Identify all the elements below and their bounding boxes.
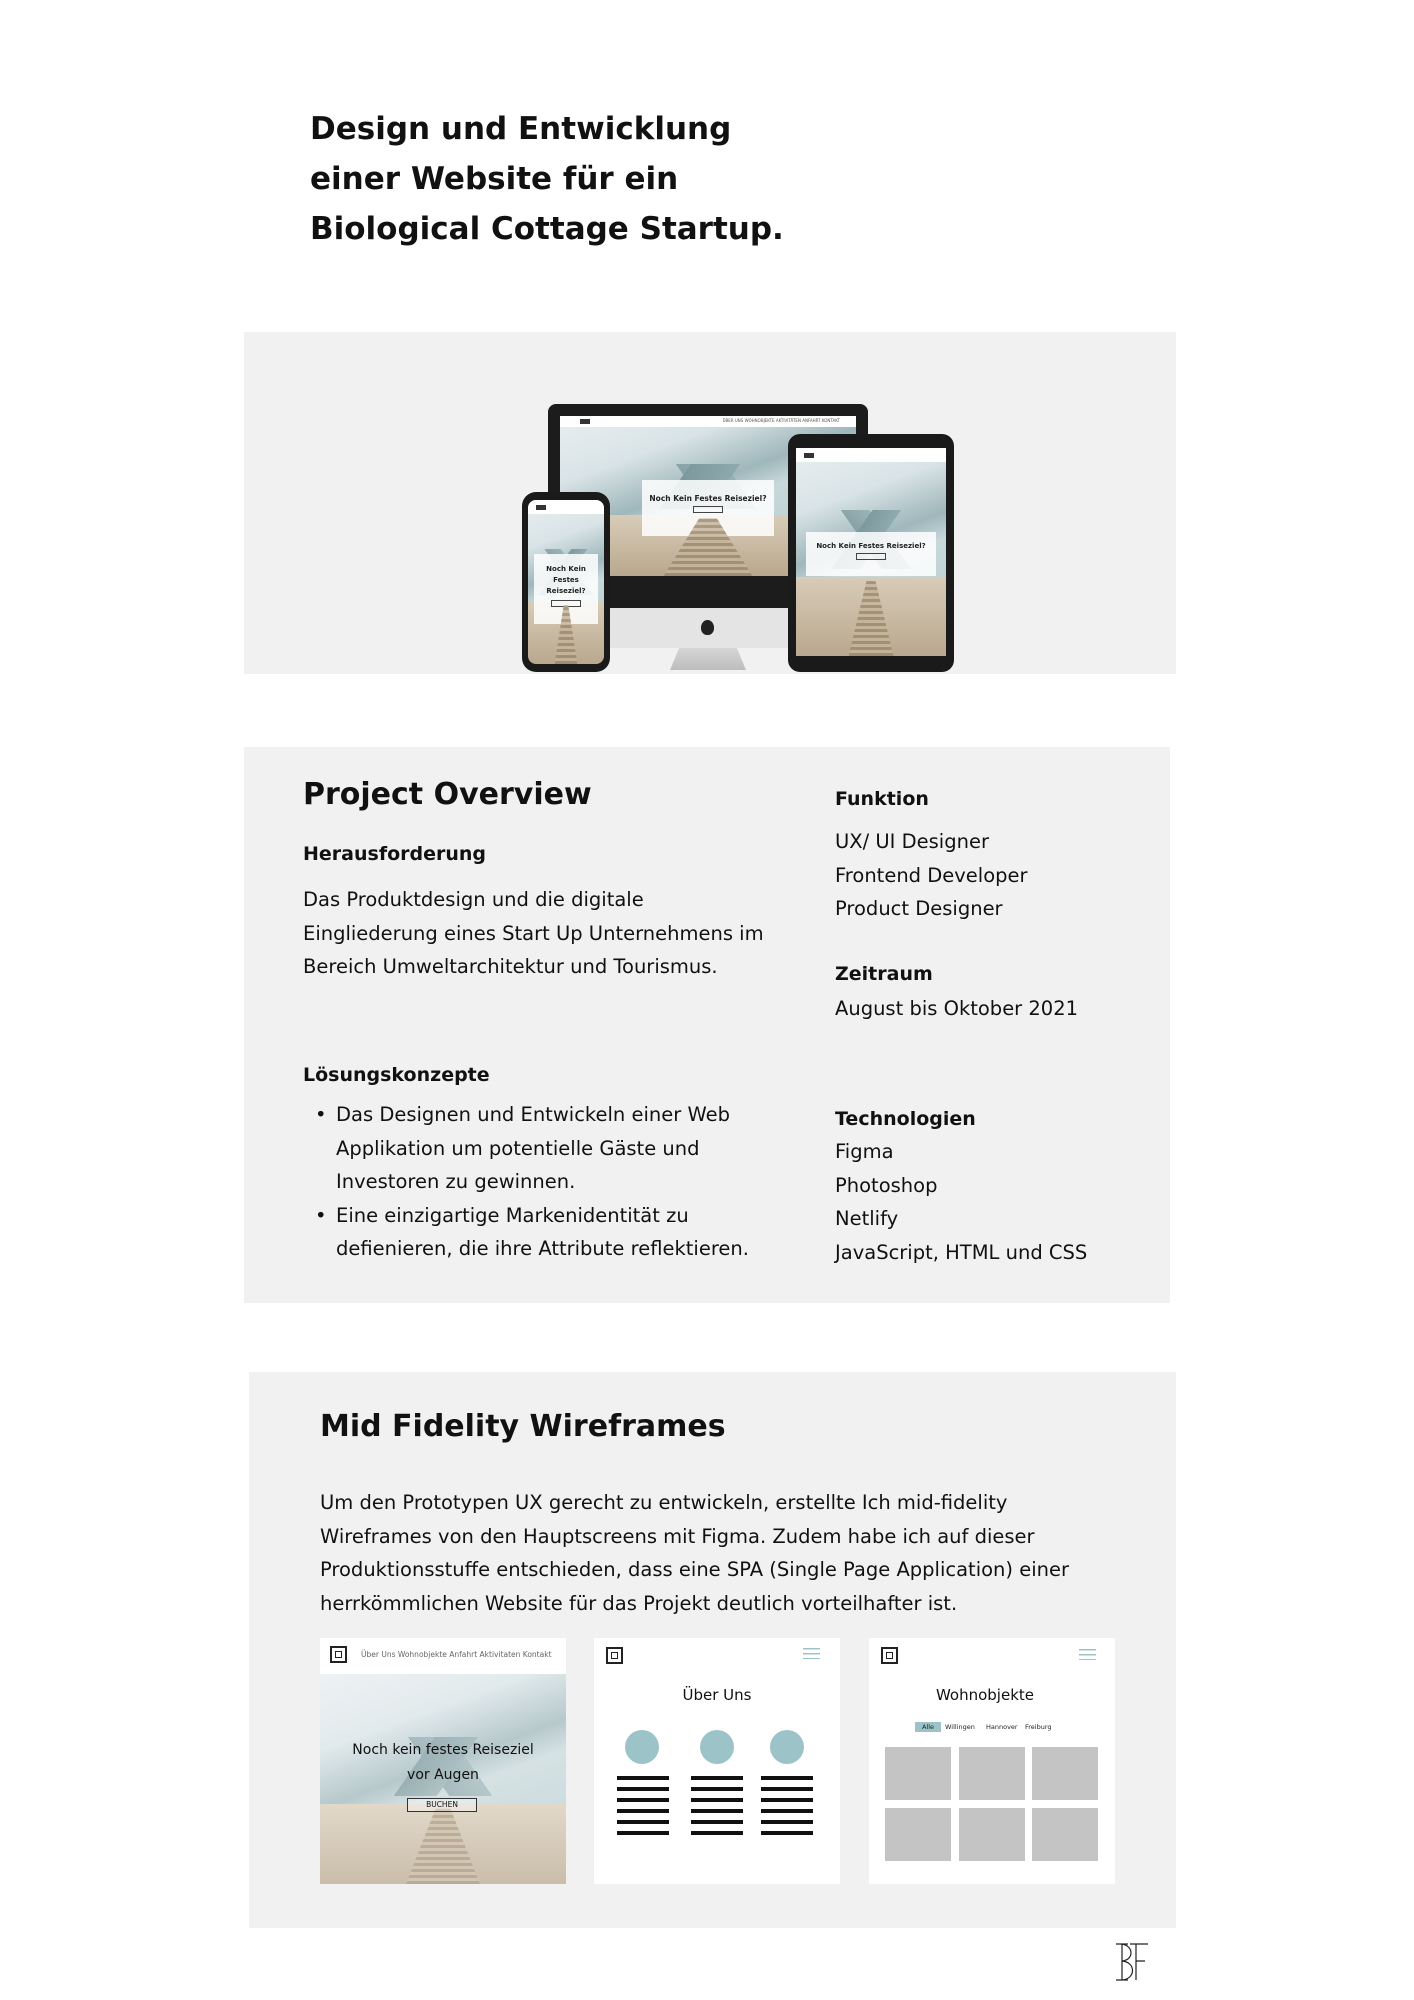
about-title: Über Uns (682, 1686, 752, 1704)
hero-text-line: Noch kein festes Reiseziel (352, 1742, 534, 1758)
tech-item: Netlify (835, 1207, 899, 1230)
wireframes-panel: Mid Fidelity Wireframes Um den Prototype… (249, 1372, 1176, 1928)
property-placeholder[interactable] (885, 1808, 951, 1861)
properties-title: Wohnobjekte (935, 1686, 1035, 1704)
phone-cta-line-3: Reiseziel? (546, 587, 586, 595)
wireframes-title: Mid Fidelity Wireframes (320, 1409, 726, 1444)
description-line: Wireframes von den Hauptscreens mit Figm… (320, 1524, 1035, 1548)
solution-item: Eine einzigartige Markenidentität zu def… (315, 1199, 749, 1266)
phone-cta-line-2: Festes (553, 576, 579, 584)
bf-monogram-icon (1112, 1940, 1152, 1984)
desktop-stand (670, 648, 746, 670)
filter-chip-all[interactable]: Alle (915, 1722, 942, 1732)
tech-item: Photoshop (835, 1173, 938, 1197)
tablet-device: Noch Kein Festes Reiseziel? (788, 434, 954, 672)
tablet-navbar (796, 448, 946, 462)
function-item: UX/ UI Designer (835, 830, 989, 853)
desktop-navbar: ÜBER UNS WOHNOBJEKTE AKTIVITÄTEN ANFAHRT… (560, 416, 856, 427)
wireframe-nav-links: Über Uns Wohnobjekte Anfahrt Aktivitaten… (361, 1650, 552, 1659)
wireframe-logo-icon (330, 1646, 347, 1663)
desktop-cta-box: Noch Kein Festes Reiseziel? (642, 480, 774, 536)
page-headline: Design und Entwicklung einer Website für… (310, 104, 870, 254)
filter-chip-willingen[interactable]: Willingen (945, 1723, 975, 1731)
function-item: Product Designer (835, 897, 1003, 920)
desktop-nav-links: ÜBER UNS WOHNOBJEKTE AKTIVITÄTEN ANFAHRT… (722, 418, 840, 423)
wireframes-description: Um den Prototypen UX gerecht zu entwicke… (320, 1486, 1069, 1620)
headline-line-2: einer Website für ein (310, 161, 679, 197)
tech-list: Figma Photoshop Netlify JavaScript, HTML… (835, 1135, 1087, 1269)
tablet-cta-button (856, 553, 886, 560)
team-avatar (625, 1730, 659, 1764)
tablet-logo-icon (804, 453, 814, 458)
period-value: August bis Oktober 2021 (835, 997, 1079, 1020)
function-list: UX/ UI Designer Frontend Developer Produ… (835, 825, 1028, 926)
desktop-cta-button (693, 506, 723, 513)
device-mockup-panel: ÜBER UNS WOHNOBJEKTE AKTIVITÄTEN ANFAHRT… (244, 332, 1176, 674)
solution-line: Eine einzigartige Markenidentität zu (336, 1203, 689, 1227)
solution-line: Investoren zu gewinnen. (336, 1170, 576, 1193)
tech-heading: Technologien (835, 1108, 976, 1130)
wireframe-card-landing: Über Uns Wohnobjekte Anfahrt Aktivitaten… (320, 1638, 566, 1884)
wireframe-logo-icon (881, 1647, 898, 1664)
property-placeholder[interactable] (1032, 1808, 1098, 1861)
challenge-line: Eingliederung eines Start Up Unternehmen… (303, 921, 764, 945)
challenge-text: Das Produktdesign und die digitale Eingl… (303, 883, 764, 984)
team-avatar (700, 1730, 734, 1764)
apple-logo-icon (701, 620, 714, 635)
phone-cta-button (551, 600, 581, 607)
wireframe-logo-icon (606, 1647, 623, 1664)
phone-navbar (528, 500, 604, 514)
tablet-screen: Noch Kein Festes Reiseziel? (796, 448, 946, 656)
project-overview-panel: Project Overview Herausforderung Das Pro… (244, 747, 1170, 1303)
function-heading: Funktion (835, 788, 929, 810)
overview-title: Project Overview (303, 777, 592, 812)
solution-line: Das Designen und Entwickeln einer Web (336, 1103, 730, 1126)
tech-item: JavaScript, HTML und CSS (835, 1240, 1088, 1264)
challenge-line: Das Produktdesign und die digitale (303, 888, 644, 911)
headline-line-1: Design und Entwicklung (310, 111, 732, 147)
bf-monogram-svg (1116, 1943, 1148, 1981)
solutions-heading: Lösungskonzepte (303, 1064, 490, 1086)
device-mockup-scene: ÜBER UNS WOHNOBJEKTE AKTIVITÄTEN ANFAHRT… (244, 332, 1176, 674)
description-line: Produktionsstuffe entschieden, dass eine… (320, 1558, 1070, 1581)
phone-logo-icon (536, 505, 546, 510)
wireframe-book-button[interactable]: BUCHEN (407, 1798, 477, 1812)
property-placeholder[interactable] (959, 1747, 1025, 1800)
phone-device: Noch Kein Festes Reiseziel? (522, 492, 610, 672)
hamburger-menu-icon[interactable] (803, 1648, 820, 1659)
phone-cta-line-1: Noch Kein (546, 565, 586, 573)
solution-item: Das Designen und Entwickeln einer Web Ap… (315, 1098, 749, 1199)
desktop-cta-text: Noch Kein Festes Reiseziel? (649, 494, 767, 503)
hero-text-line: vor Augen (407, 1767, 479, 1783)
description-line: Um den Prototypen UX gerecht zu entwicke… (320, 1491, 1008, 1514)
text-placeholder-lines (691, 1776, 743, 1838)
wireframe-card-about: Über Uns (594, 1638, 840, 1884)
tech-item: Figma (835, 1140, 894, 1163)
filter-chip-hannover[interactable]: Hannover (986, 1723, 1018, 1731)
challenge-line: Bereich Umweltarchitektur und Tourismus. (303, 955, 718, 978)
text-placeholder-lines (761, 1776, 813, 1838)
desktop-logo-icon (580, 419, 590, 424)
property-placeholder[interactable] (1032, 1747, 1098, 1800)
wireframe-hero-text: Noch kein festes Reiseziel vor Augen (320, 1738, 566, 1788)
tablet-cta-box: Noch Kein Festes Reiseziel? (806, 532, 936, 576)
property-placeholder[interactable] (959, 1808, 1025, 1861)
period-heading: Zeitraum (835, 963, 933, 985)
phone-screen: Noch Kein Festes Reiseziel? (528, 500, 604, 664)
phone-cta-box: Noch Kein Festes Reiseziel? (534, 554, 598, 624)
tablet-cta-text: Noch Kein Festes Reiseziel? (816, 542, 926, 550)
description-line: herrkömmlichen Website für das Projekt d… (320, 1591, 958, 1615)
solution-line: Applikation um potentielle Gäste und (336, 1136, 700, 1160)
team-avatar (770, 1730, 804, 1764)
filter-chip-freiburg[interactable]: Freiburg (1025, 1723, 1052, 1731)
function-item: Frontend Developer (835, 863, 1028, 887)
solution-line: defienieren, die ihre Attribute reflekti… (336, 1237, 749, 1260)
text-placeholder-lines (617, 1776, 669, 1838)
property-placeholder[interactable] (885, 1747, 951, 1800)
hamburger-menu-icon[interactable] (1079, 1649, 1096, 1660)
wireframe-card-properties: Wohnobjekte Alle Willingen Hannover Frei… (869, 1638, 1115, 1884)
headline-line-3: Biological Cottage Startup. (310, 211, 784, 247)
solutions-list: Das Designen und Entwickeln einer Web Ap… (303, 1098, 749, 1266)
challenge-heading: Herausforderung (303, 843, 487, 865)
